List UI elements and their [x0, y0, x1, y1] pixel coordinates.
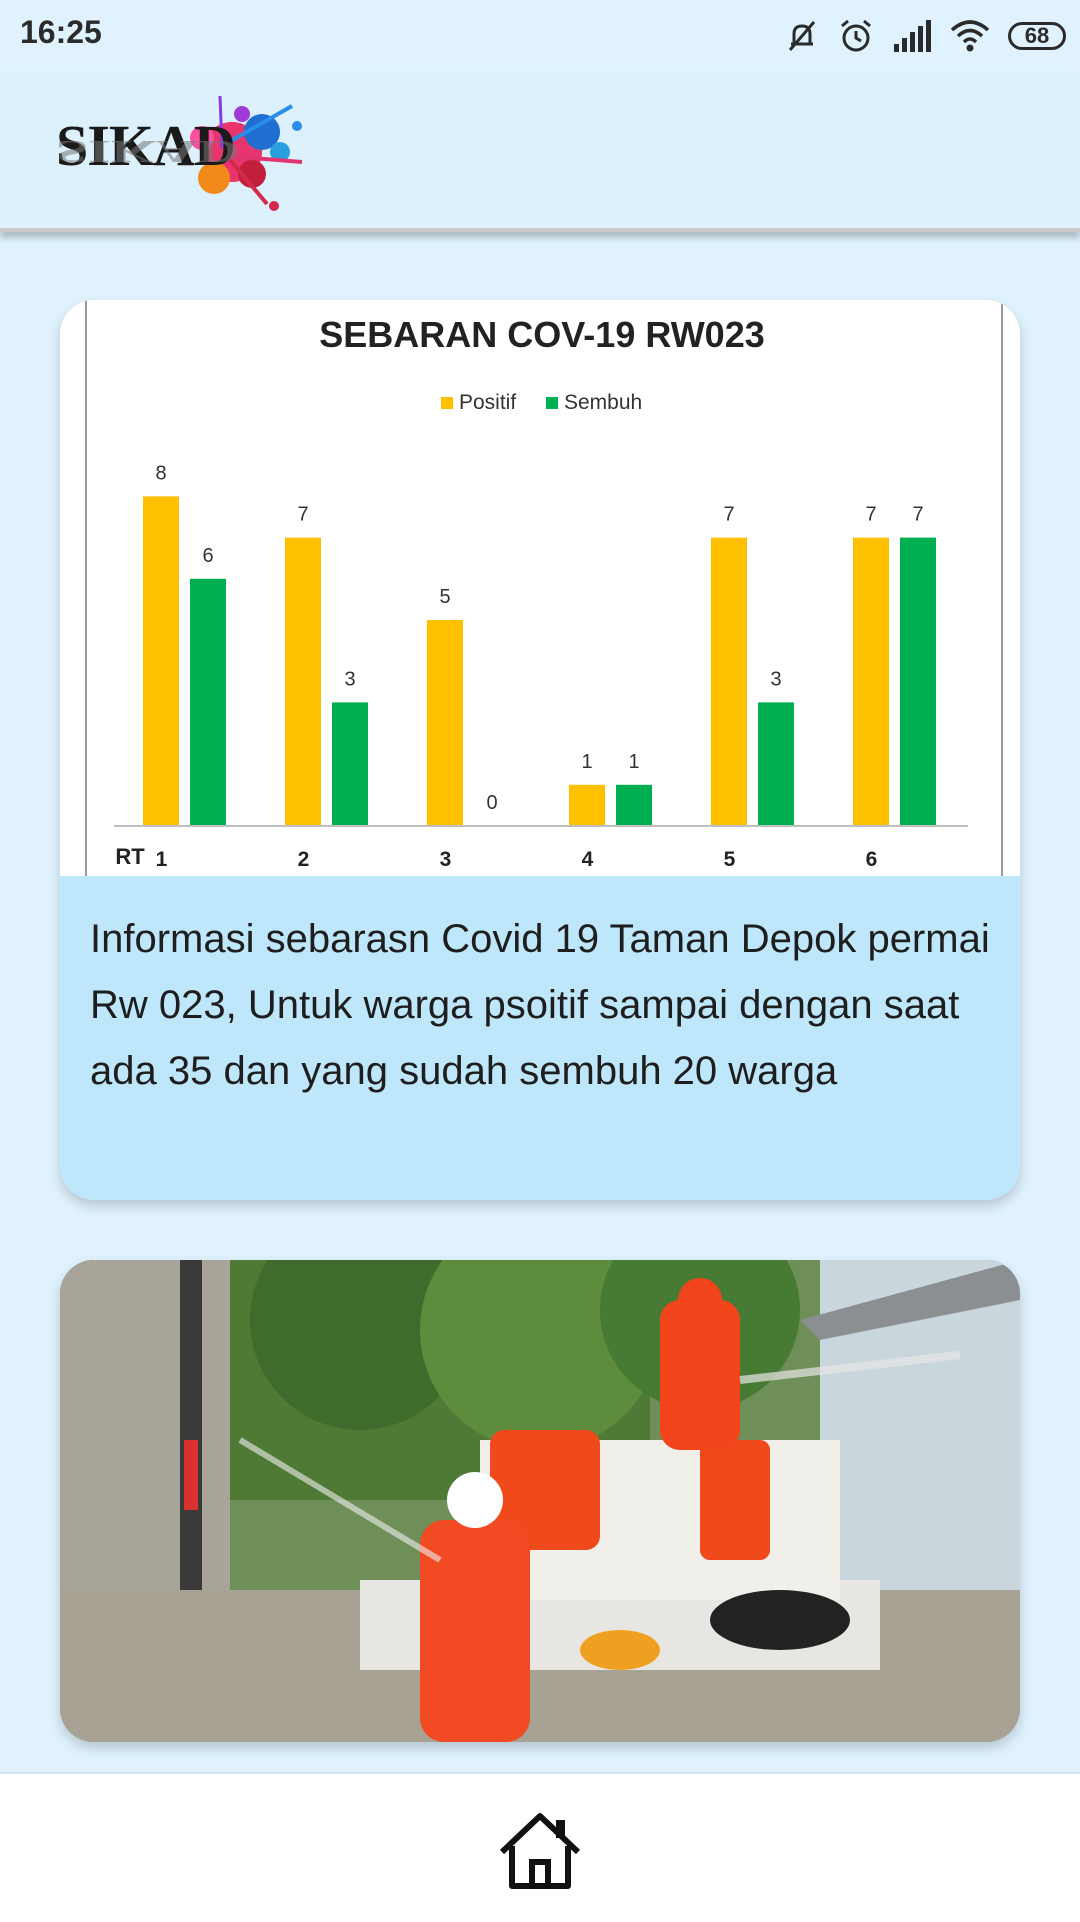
app-header: SIKAD SIKAD — [0, 72, 1080, 232]
x-tick-rt4: 4 — [582, 848, 594, 871]
bar-positif-rt4 — [569, 784, 605, 826]
data-label-sembuh-rt5: 3 — [770, 668, 781, 690]
home-icon[interactable] — [496, 1808, 584, 1892]
data-label-sembuh-rt3: 0 — [486, 792, 497, 814]
bar-sembuh-rt2 — [332, 702, 368, 826]
disinfection-photo-card[interactable] — [60, 1260, 1020, 1742]
status-time: 16:25 — [20, 14, 102, 50]
data-label-sembuh-rt6: 7 — [912, 504, 923, 526]
battery-icon: 68 — [1008, 22, 1066, 50]
bar-positif-rt2 — [285, 537, 321, 826]
data-label-positif-rt5: 7 — [723, 504, 734, 526]
sikad-logo: SIKAD SIKAD — [52, 86, 312, 220]
data-label-sembuh-rt4: 1 — [628, 751, 639, 773]
status-bar: 16:25 68 — [0, 0, 1080, 72]
card-description: Informasi sebarasn Covid 19 Taman Depok … — [90, 917, 990, 1093]
covid-chart: SEBARAN COV-19 RW023 Positif Sembuh 8 6 7 3 5… — [60, 300, 1020, 876]
covid-info-card[interactable]: SEBARAN COV-19 RW023 Positif Sembuh 8 6 7 3 5… — [60, 300, 1020, 1200]
status-icons: 68 — [784, 14, 1066, 58]
legend-label-positif: Positif — [459, 391, 516, 414]
chart-title: SEBARAN COV-19 RW023 — [319, 314, 764, 355]
wifi-icon — [950, 20, 990, 52]
chart-legend: Positif Sembuh — [441, 391, 642, 414]
x-tick-rt5: 5 — [724, 848, 736, 871]
x-axis-label: RT — [115, 844, 145, 869]
x-tick-rt2: 2 — [298, 848, 310, 871]
bar-chart: SEBARAN COV-19 RW023 Positif Sembuh 8 6 7 3 5… — [85, 300, 1003, 876]
disinfection-photo — [60, 1260, 1020, 1742]
bar-sembuh-rt5 — [758, 702, 794, 826]
legend-swatch-positif — [441, 397, 453, 409]
chart-bars: 8673501 1737 7 — [143, 462, 936, 826]
data-label-positif-rt3: 5 — [439, 586, 450, 608]
bar-sembuh-rt6 — [900, 537, 936, 826]
battery-level: 68 — [1024, 23, 1050, 48]
x-tick-rt6: 6 — [866, 848, 878, 871]
data-label-positif-rt1: 8 — [155, 462, 166, 484]
logo-reflection: SIKAD — [56, 133, 240, 170]
bar-positif-rt6 — [853, 537, 889, 826]
bar-positif-rt3 — [427, 620, 463, 826]
bar-sembuh-rt1 — [190, 578, 226, 826]
bar-positif-rt5 — [711, 537, 747, 826]
data-label-sembuh-rt2: 3 — [344, 668, 355, 690]
alarm-icon — [841, 19, 871, 52]
data-label-positif-rt2: 7 — [297, 504, 308, 526]
signal-icon — [894, 20, 931, 52]
data-label-positif-rt4: 1 — [581, 751, 592, 773]
bar-positif-rt1 — [143, 496, 179, 826]
x-tick-rt1: 1 — [156, 848, 168, 871]
x-tick-rt3: 3 — [440, 848, 452, 871]
bottom-navigation — [0, 1772, 1080, 1922]
mute-icon — [788, 21, 816, 51]
x-axis-ticks: 1 2 3 4 5 6 — [156, 848, 878, 871]
legend-swatch-sembuh — [546, 397, 558, 409]
data-label-sembuh-rt1: 6 — [202, 545, 213, 567]
legend-label-sembuh: Sembuh — [564, 391, 642, 414]
bar-sembuh-rt4 — [616, 784, 652, 826]
data-label-positif-rt6: 7 — [865, 504, 876, 526]
